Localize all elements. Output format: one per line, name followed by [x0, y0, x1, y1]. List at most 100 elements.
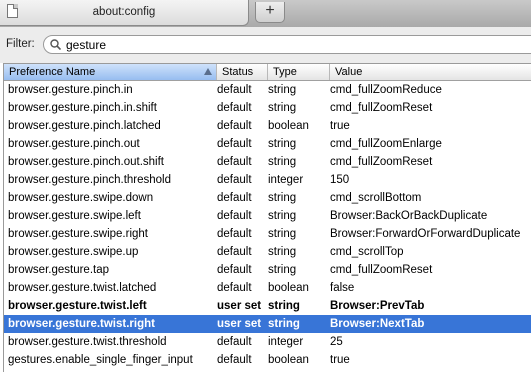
table-header: Preference Name Status Type Value: [4, 64, 531, 81]
preferences-table: Preference Name Status Type Value browse…: [3, 63, 531, 372]
status-cell: default: [217, 282, 252, 294]
table-row[interactable]: browser.gesture.swipe.left default string B…: [4, 207, 531, 225]
type-cell: string: [268, 264, 297, 276]
status-cell: default: [217, 210, 252, 222]
value-cell: cmd_fullZoomReduce: [330, 84, 442, 96]
column-header-preference-name[interactable]: Preference Name: [4, 64, 217, 80]
pref-name-cell: browser.gesture.swipe.right: [8, 228, 148, 240]
tab-bar: about:config +: [0, 0, 531, 28]
value-cell: true: [330, 120, 350, 132]
pref-name-cell: browser.gesture.swipe.down: [8, 192, 154, 204]
status-cell: user set: [217, 300, 262, 312]
type-cell: string: [268, 228, 297, 240]
value-cell: 150: [330, 174, 350, 186]
filter-bar: Filter:: [0, 27, 531, 63]
table-row[interactable]: browser.gesture.twist.latched default bool…: [4, 279, 531, 297]
value-cell: false: [330, 282, 355, 294]
table-row[interactable]: browser.gesture.pinch.latched default bool…: [4, 117, 531, 135]
table-row[interactable]: browser.gesture.swipe.down default string c…: [4, 189, 531, 207]
column-label: Type: [273, 66, 297, 78]
type-cell: string: [268, 246, 297, 258]
status-cell: default: [217, 156, 252, 168]
search-icon: [50, 39, 61, 50]
type-cell: string: [268, 138, 297, 150]
table-row[interactable]: browser.gesture.pinch.in default string cmd…: [4, 81, 531, 99]
status-cell: default: [217, 228, 252, 240]
column-label: Value: [335, 66, 363, 78]
status-cell: default: [217, 264, 252, 276]
type-cell: boolean: [268, 282, 309, 294]
value-cell: cmd_fullZoomReset: [330, 102, 433, 114]
table-row[interactable]: browser.gesture.pinch.out default string cm…: [4, 135, 531, 153]
type-cell: boolean: [268, 354, 309, 366]
table-row[interactable]: browser.gesture.tap default string cmd_full…: [4, 261, 531, 279]
search-box[interactable]: [43, 35, 531, 54]
value-cell: cmd_fullZoomReset: [330, 264, 433, 276]
pref-name-cell: browser.gesture.pinch.out: [8, 138, 140, 150]
pref-name-cell: browser.gesture.pinch.in.shift: [8, 102, 157, 114]
type-cell: integer: [268, 336, 304, 348]
search-input[interactable]: [66, 37, 531, 52]
column-header-type[interactable]: Type: [268, 64, 330, 80]
pref-name-cell: browser.gesture.twist.latched: [8, 282, 157, 294]
tab-about-config[interactable]: about:config: [0, 0, 249, 26]
status-cell: default: [217, 192, 252, 204]
pref-name-cell: browser.gesture.twist.left: [8, 300, 147, 312]
type-cell: boolean: [268, 120, 309, 132]
column-label: Status: [222, 66, 254, 78]
status-cell: default: [217, 120, 252, 132]
column-header-value[interactable]: Value: [330, 64, 531, 80]
type-cell: integer: [268, 174, 304, 186]
table-body: browser.gesture.pinch.in default string cmd…: [4, 81, 531, 369]
status-cell: user set: [217, 318, 262, 330]
tab-title: about:config: [92, 6, 156, 18]
column-label: Preference Name: [9, 66, 96, 78]
status-cell: default: [217, 138, 252, 150]
pref-name-cell: browser.gesture.tap: [8, 264, 110, 276]
type-cell: string: [268, 210, 297, 222]
value-cell: Browser:NextTab: [330, 318, 425, 330]
value-cell: 25: [330, 336, 343, 348]
table-row[interactable]: browser.gesture.pinch.threshold default in…: [4, 171, 531, 189]
column-header-status[interactable]: Status: [217, 64, 268, 80]
table-row[interactable]: browser.gesture.pinch.in.shift default str…: [4, 99, 531, 117]
type-cell: string: [268, 300, 300, 312]
status-cell: default: [217, 246, 252, 258]
value-cell: cmd_scrollTop: [330, 246, 404, 258]
value-cell: Browser:ForwardOrForwardDuplicate: [330, 228, 521, 240]
table-row[interactable]: browser.gesture.twist.threshold default in…: [4, 333, 531, 351]
pref-name-cell: browser.gesture.twist.threshold: [8, 336, 167, 348]
type-cell: string: [268, 84, 297, 96]
status-cell: default: [217, 354, 252, 366]
type-cell: string: [268, 156, 297, 168]
pref-name-cell: browser.gesture.pinch.latched: [8, 120, 161, 132]
pref-name-cell: gestures.enable_single_finger_input: [8, 354, 193, 366]
new-tab-button[interactable]: +: [255, 2, 285, 23]
sort-ascending-icon: [204, 68, 212, 75]
table-row[interactable]: browser.gesture.twist.right user set strin…: [4, 315, 531, 333]
value-cell: Browser:BackOrBackDuplicate: [330, 210, 488, 222]
pref-name-cell: browser.gesture.swipe.left: [8, 210, 141, 222]
value-cell: cmd_fullZoomEnlarge: [330, 138, 442, 150]
pref-name-cell: browser.gesture.pinch.in: [8, 84, 133, 96]
table-row[interactable]: gestures.enable_single_finger_input defau…: [4, 351, 531, 369]
table-row[interactable]: browser.gesture.twist.left user set string…: [4, 297, 531, 315]
value-cell: Browser:PrevTab: [330, 300, 425, 312]
table-row[interactable]: browser.gesture.swipe.up default string cmd…: [4, 243, 531, 261]
status-cell: default: [217, 336, 252, 348]
type-cell: string: [268, 102, 297, 114]
status-cell: default: [217, 174, 252, 186]
table-row[interactable]: browser.gesture.pinch.out.shift default st…: [4, 153, 531, 171]
value-cell: cmd_fullZoomReset: [330, 156, 433, 168]
type-cell: string: [268, 318, 300, 330]
filter-label: Filter:: [6, 38, 35, 50]
value-cell: true: [330, 354, 350, 366]
pref-name-cell: browser.gesture.pinch.threshold: [8, 174, 172, 186]
table-row[interactable]: browser.gesture.swipe.right default string…: [4, 225, 531, 243]
pref-name-cell: browser.gesture.pinch.out.shift: [8, 156, 164, 168]
status-cell: default: [217, 84, 252, 96]
pref-name-cell: browser.gesture.twist.right: [8, 318, 155, 330]
value-cell: cmd_scrollBottom: [330, 192, 422, 204]
status-cell: default: [217, 102, 252, 114]
pref-name-cell: browser.gesture.swipe.up: [8, 246, 139, 258]
